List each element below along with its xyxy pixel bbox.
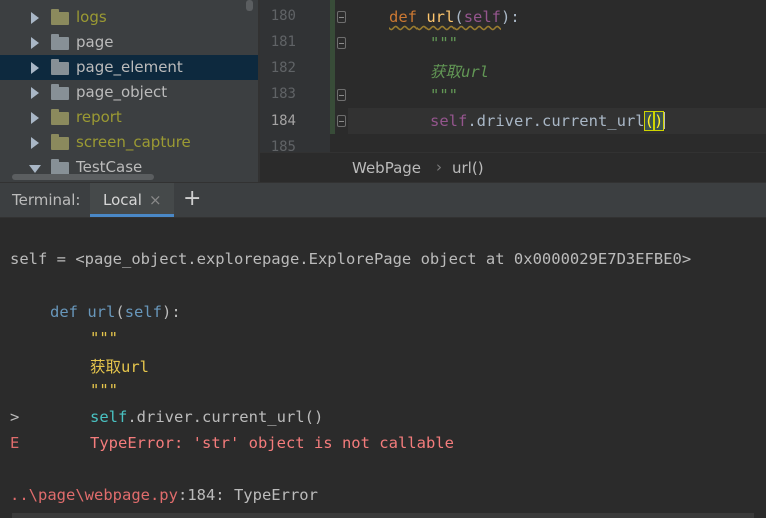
tree-item-page-object[interactable]: page_object [0, 80, 258, 105]
fold-icon[interactable] [337, 115, 346, 127]
fold-icon[interactable] [337, 11, 346, 23]
folder-icon [51, 134, 69, 150]
error-marker: E [10, 434, 20, 452]
terminal-line-location: ..\page\webpage.py:184: TypeError [10, 486, 318, 504]
error-message: TypeError: 'str' object is not callable [90, 434, 454, 452]
terminal-output[interactable]: self = <page_object.explorepage.ExploreP… [0, 218, 766, 518]
close-tab-icon[interactable]: × [149, 191, 162, 209]
tab-label: Local [103, 191, 142, 209]
terminal-line-self-repr: self = <page_object.explorepage.ExploreP… [10, 250, 692, 268]
terminal-title: Terminal: [12, 191, 81, 209]
tree-item-label: logs [76, 8, 107, 26]
line-number-gutter: 180 181 182 183 184 185 [260, 0, 330, 152]
keyword-def: def [389, 8, 417, 26]
line-number: 182 [270, 60, 296, 76]
expand-arrow-icon[interactable] [31, 112, 39, 124]
terminal-line-call: self.driver.current_url() [90, 408, 324, 426]
self-keyword: self [430, 112, 468, 130]
fold-icon[interactable] [337, 89, 346, 101]
matched-bracket: ) [652, 111, 665, 131]
tree-item-label: report [76, 108, 122, 126]
line-number: 185 [270, 139, 296, 152]
terminal-line-doc-text: 获取url [90, 358, 149, 376]
folder-icon [51, 9, 69, 25]
code-editor[interactable]: 180 181 182 183 184 185 def url(self): "… [260, 0, 766, 152]
editor-scrollbar[interactable] [756, 0, 766, 152]
tree-vertical-scrollbar[interactable] [246, 0, 253, 11]
expand-arrow-icon[interactable] [31, 37, 39, 49]
new-terminal-tab-button[interactable]: + [183, 186, 201, 212]
tree-item-label: page [76, 33, 114, 51]
self-param: self [463, 8, 502, 26]
self-keyword: self [90, 408, 128, 426]
code-line-181: """ [430, 34, 458, 52]
code-line-184: self.driver.current_url() [430, 111, 666, 131]
keyword-def: def [50, 303, 78, 321]
function-name: url [426, 8, 455, 26]
folder-icon [51, 34, 69, 50]
code-line-183: """ [430, 86, 458, 104]
folder-icon [51, 109, 69, 125]
tree-item-screen-capture[interactable]: screen_capture [0, 130, 258, 155]
expand-arrow-icon[interactable] [31, 62, 39, 74]
self-param: self [124, 303, 163, 321]
terminal-line-doc-close: """ [90, 381, 118, 399]
expand-arrow-icon[interactable] [31, 12, 39, 24]
expand-arrow-icon[interactable] [31, 137, 39, 149]
terminal-line-def: def url(self): [50, 303, 181, 321]
line-number: 183 [270, 86, 296, 102]
collapse-arrow-icon[interactable] [29, 165, 41, 173]
folder-icon [51, 84, 69, 100]
tree-item-page-element[interactable]: page_element [0, 55, 258, 80]
line-number: 180 [270, 8, 296, 24]
prompt-marker: > [10, 408, 20, 426]
tree-item-label: screen_capture [76, 133, 191, 151]
breadcrumb-method[interactable]: url() [452, 159, 484, 177]
code-line-180: def url(self): [389, 8, 520, 26]
terminal-horizontal-scrollbar[interactable] [12, 513, 754, 518]
fold-icon[interactable] [337, 37, 346, 49]
tree-item-page[interactable]: page [0, 30, 258, 55]
tree-item-report[interactable]: report [0, 105, 258, 130]
breadcrumb-class[interactable]: WebPage [352, 159, 421, 177]
matched-bracket: ( [643, 111, 656, 131]
tree-horizontal-scrollbar[interactable] [12, 174, 154, 180]
project-tree: logs page page_element page_object repor… [0, 0, 258, 182]
expand-arrow-icon[interactable] [31, 87, 39, 99]
tree-item-logs[interactable]: logs [0, 5, 258, 30]
tree-item-label: page_element [76, 58, 183, 76]
function-name: url [87, 303, 116, 321]
tree-cutoff-row [0, 0, 258, 4]
breadcrumb: WebPage › url() [260, 152, 766, 182]
terminal-line-doc-open: """ [90, 329, 118, 347]
active-tab-indicator [90, 214, 174, 217]
code-line-182: 获取url [430, 63, 489, 81]
terminal-toolbar: Terminal: Local × + [0, 182, 766, 218]
line-number-current: 184 [270, 113, 296, 129]
breadcrumb-separator-icon: › [436, 158, 442, 176]
file-path-link[interactable]: ..\page\webpage.py [10, 486, 178, 504]
tab-local[interactable]: Local × [90, 183, 174, 217]
text-caret [663, 112, 666, 129]
tree-item-label: page_object [76, 83, 168, 101]
vcs-change-marker[interactable] [330, 0, 335, 134]
folder-icon [51, 59, 69, 75]
line-number: 181 [270, 34, 296, 50]
